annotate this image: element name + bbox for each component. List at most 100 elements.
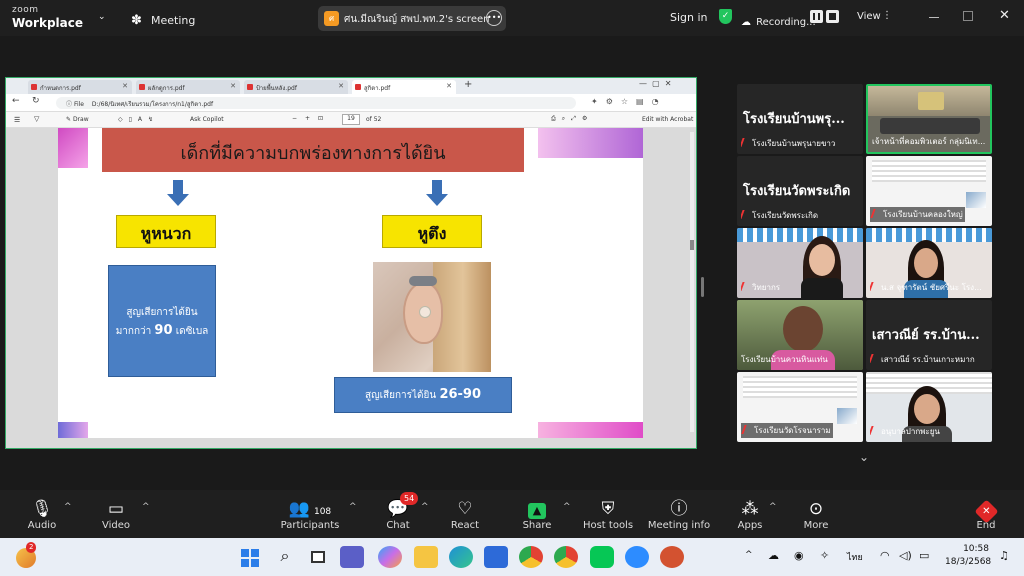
minimize-icon[interactable] [929, 17, 939, 18]
participant-tile[interactable]: โรงเรียนบ้านคลองใหญ่ [866, 156, 992, 226]
stop-recording-button[interactable] [826, 10, 839, 23]
decor-strip-top-left [58, 128, 88, 168]
browser-tab[interactable]: ผลักดูการ.pdf ✕ [136, 80, 240, 94]
volume-icon[interactable]: ◁) [899, 549, 912, 562]
participants-count: 108 [313, 507, 332, 517]
zoom-icon[interactable] [625, 546, 649, 568]
edit-with-acrobat-button[interactable]: Edit with Acrobat [642, 116, 693, 123]
browser-extension-icons[interactable]: ✦⚙☆▤◔ [591, 97, 667, 106]
teams-icon[interactable] [340, 546, 364, 568]
recording-indicator[interactable]: ☁ Recording... [741, 10, 816, 29]
weather-widget-icon[interactable]: 2 [16, 542, 37, 568]
slide-title: เด็กที่มีความบกพร่องทางการได้ยิน [102, 128, 524, 172]
host-tools-button[interactable]: ⛨ Host tools [568, 498, 648, 531]
participant-tile[interactable]: เสาวณีย์ รร.บ้าน... เสาวณีย์ รร.บ้านเกาะ… [866, 300, 992, 370]
url-input[interactable]: ⓘ File D:/68/นิเทศ/เรียนรวม/โครงการ/n1/ส… [56, 97, 576, 109]
browser-tab-strip: กำหนดการ.pdf ✕ ผลักดูการ.pdf ✕ ป้ายพื้นหลั… [6, 78, 696, 94]
audio-options-chevron-icon[interactable]: ^ [64, 502, 72, 512]
participant-tile[interactable]: โรงเรียนบ้านควนหินแท่น [737, 300, 863, 370]
maximize-icon[interactable] [963, 11, 973, 21]
video-options-chevron-icon[interactable]: ^ [142, 502, 150, 512]
reload-icon[interactable]: ↻ [32, 96, 40, 106]
mic-muted-icon [870, 426, 880, 435]
participant-tile[interactable]: วิทยากร [737, 228, 863, 298]
ask-copilot-button[interactable]: Ask Copilot [190, 116, 224, 123]
task-view-icon[interactable] [306, 546, 330, 568]
highlight-icon[interactable]: ▽ [34, 115, 39, 123]
new-tab-icon[interactable]: + [464, 79, 472, 90]
participant-tile[interactable]: น.ส จุฑารัตน์ ชัยศรีนะ โรง... [866, 228, 992, 298]
screen-share-pill[interactable]: ศ ศน.มีณรินญ์ สพป.พท.2's screen ••• [318, 6, 506, 31]
tray-network-app-icon[interactable]: ✧ [820, 549, 829, 562]
view-menu[interactable]: View [857, 11, 881, 22]
participant-tile[interactable]: โรงเรียนวัดพระเกิด โรงเรียนวัดพระเกิด [737, 156, 863, 226]
tray-overflow-chevron-icon[interactable]: ^ [745, 550, 753, 560]
notifications-bell-icon[interactable]: ♫ [999, 549, 1009, 562]
share-pill-label: ศน.มีณรินญ์ สพป.พท.2's screen [344, 14, 490, 25]
meeting-menu[interactable]: ✽ Meeting [131, 9, 195, 28]
participants-button[interactable]: 👥 108 Participants [270, 498, 350, 531]
line-icon[interactable] [590, 546, 614, 568]
participant-tile[interactable]: โรงเรียนบ้านพรุ... โรงเรียนบ้านพรุนายขาว [737, 84, 863, 154]
browser-tab-active[interactable]: สูกิตา.pdf ✕ [352, 80, 456, 94]
pause-recording-button[interactable] [810, 10, 823, 23]
more-button[interactable]: ⊙ More [776, 498, 856, 531]
tile-name: น.ส จุฑารัตน์ ชัยศรีนะ โรง... [881, 283, 982, 292]
copilot-icon[interactable] [378, 546, 402, 568]
cloud-record-icon: ☁ [741, 17, 751, 28]
panel-resize-handle[interactable] [701, 277, 704, 297]
input-language[interactable]: ไทย [847, 550, 863, 564]
wifi-icon[interactable]: ◠ [880, 549, 890, 562]
sign-in-link[interactable]: Sign in [670, 11, 708, 24]
close-tab-icon[interactable]: ✕ [230, 82, 236, 90]
participant-tile-active-speaker[interactable]: เจ้าหน้าที่คอมพิวเตอร์ กลุ่มนิเท... [866, 84, 992, 154]
meeting-info-label: Meeting info [647, 520, 711, 531]
participant-tile[interactable]: โรงเรียนวัดโรจนาราม [737, 372, 863, 442]
page-number-input[interactable]: 19 [342, 114, 360, 125]
contents-icon[interactable]: ☰ [14, 116, 20, 124]
browser-tab[interactable]: กำหนดการ.pdf ✕ [28, 80, 132, 94]
pdf-toolbar: ☰ ▽ ✎ Draw ◇▯A↯ Ask Copilot −+⊡ 19 of 52… [6, 112, 696, 128]
file-explorer-icon[interactable] [414, 546, 438, 568]
security-shield-icon[interactable]: ✓ [719, 9, 732, 24]
search-icon[interactable]: ⌕ [273, 546, 297, 568]
deaf-db-unit: เดซิเบล [175, 326, 209, 337]
end-meeting-button[interactable]: ✕ End [946, 498, 1024, 531]
logo-dropdown-chevron-icon[interactable]: ⌄ [98, 12, 106, 22]
start-button[interactable] [238, 546, 262, 568]
participants-options-chevron-icon[interactable]: ^ [349, 502, 357, 512]
close-tab-icon[interactable]: ✕ [338, 82, 344, 90]
onedrive-icon[interactable]: ☁ [768, 549, 779, 562]
pdf-tool-icons[interactable]: ◇▯A↯ [118, 116, 159, 123]
zoom-controls[interactable]: −+⊡ [292, 115, 331, 122]
print-save-icons[interactable]: ⎙⌕⤢⚙ [551, 115, 593, 123]
mic-muted-icon [870, 209, 882, 218]
chrome-icon[interactable] [554, 546, 578, 568]
close-icon[interactable]: ✕ [999, 8, 1010, 23]
clock[interactable]: 10:58 18/3/2568 [945, 543, 991, 569]
view-options-icon[interactable]: ⋮ [882, 10, 892, 21]
chrome-profile-icon[interactable] [519, 546, 543, 568]
close-tab-icon[interactable]: ✕ [446, 82, 452, 90]
gallery-next-page-chevron-icon[interactable]: ⌄ [859, 450, 869, 464]
draw-tool[interactable]: ✎ Draw [66, 116, 89, 123]
battery-icon[interactable]: ▭ [919, 549, 929, 562]
browser-tab[interactable]: ป้ายพื้นหลัง.pdf ✕ [244, 80, 348, 94]
hoh-description-text: สูญเสียการได้ยิน [364, 390, 437, 401]
pdf-scrollbar[interactable] [690, 132, 694, 432]
edge-icon[interactable] [449, 546, 473, 568]
participants-label: Participants [280, 520, 340, 531]
powerpoint-icon[interactable] [660, 546, 684, 568]
pdf-scrollbar-thumb[interactable] [690, 240, 694, 250]
app-icon[interactable] [484, 546, 508, 568]
participant-tile[interactable]: อนุบาลปากพะยูน [866, 372, 992, 442]
window-controls-icon[interactable]: — ▢ ✕ [639, 79, 671, 88]
react-button[interactable]: ♡ React [425, 498, 505, 531]
tray-app-icon[interactable]: ◉ [794, 549, 804, 562]
back-icon[interactable]: ← [12, 96, 20, 106]
close-tab-icon[interactable]: ✕ [122, 82, 128, 90]
meeting-info-button[interactable]: ⓘ Meeting info [639, 498, 719, 531]
tile-name: เสาวณีย์ รร.บ้านเกาะหมาก [881, 355, 975, 364]
person-face [914, 394, 940, 424]
share-options-icon[interactable]: ••• [486, 10, 502, 26]
